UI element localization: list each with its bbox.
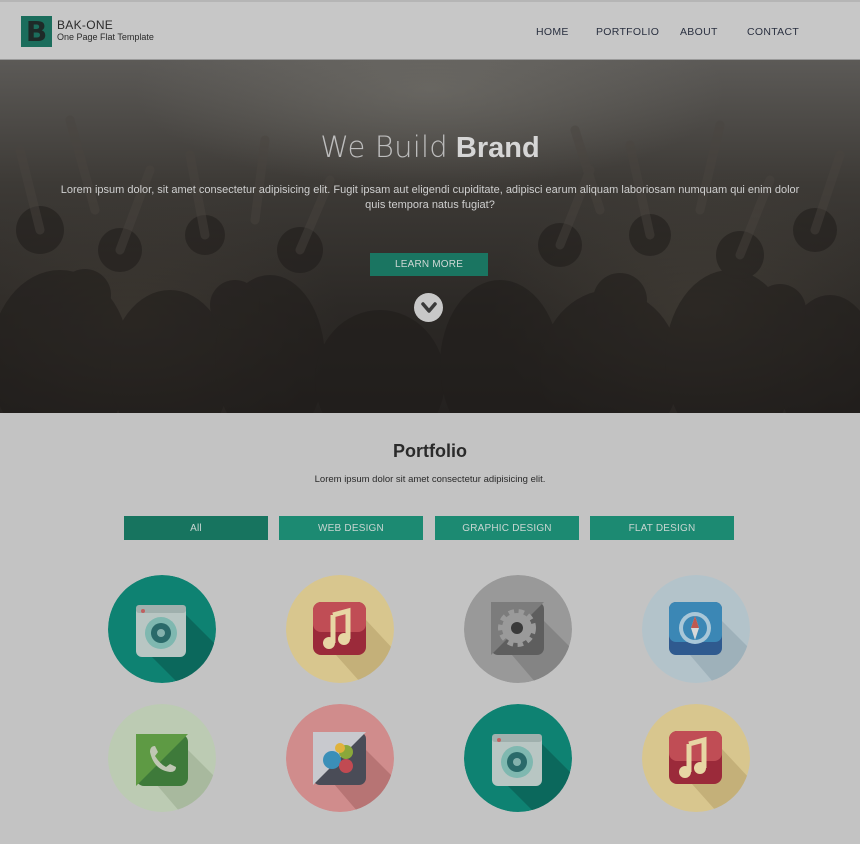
filter-flat-design-button[interactable]: FLAT DESIGN	[590, 516, 734, 540]
portfolio-item-settings[interactable]	[464, 575, 572, 683]
camera-icon	[108, 575, 216, 683]
nav-item-about[interactable]: ABOUT	[680, 26, 718, 38]
portfolio-item-music-2[interactable]	[642, 704, 750, 812]
learn-more-button[interactable]: LEARN MORE	[370, 253, 488, 276]
portfolio-item-camera-2[interactable]	[464, 704, 572, 812]
hero-title-light: We Build	[320, 130, 448, 164]
music-icon	[642, 704, 750, 812]
nav-item-contact[interactable]: CONTACT	[747, 26, 799, 38]
hero-section: We Build Brand Lorem ipsum dolor, sit am…	[0, 60, 860, 413]
nav-item-home[interactable]: HOME	[536, 26, 569, 38]
brand-tagline: One Page Flat Template	[57, 32, 154, 42]
scroll-down-button[interactable]	[414, 293, 443, 322]
filter-all-button[interactable]: All	[124, 516, 268, 540]
compass-icon	[642, 575, 750, 683]
portfolio-item-camera[interactable]	[108, 575, 216, 683]
portfolio-title: Portfolio	[393, 441, 467, 461]
hero-title-bold: Brand	[455, 132, 540, 164]
music-icon	[286, 575, 394, 683]
portfolio-item-compass[interactable]	[642, 575, 750, 683]
nav-item-portfolio[interactable]: PORTFOLIO	[596, 26, 659, 38]
phone-icon	[108, 704, 216, 812]
chevron-down-icon	[420, 301, 437, 313]
logo-icon[interactable]: B	[21, 16, 52, 47]
hero-description: Lorem ipsum dolor, sit amet consectetur …	[60, 184, 800, 211]
site-header: B BAK-ONE One Page Flat Template HOME PO…	[0, 0, 860, 60]
crowd-background-image	[0, 115, 860, 413]
brand-name: BAK-ONE	[57, 18, 114, 32]
portfolio-subtitle: Lorem ipsum dolor sit amet consectetur a…	[314, 474, 546, 485]
chat-icon	[286, 704, 394, 812]
settings-icon	[464, 575, 572, 683]
filter-graphic-design-button[interactable]: GRAPHIC DESIGN	[435, 516, 579, 540]
portfolio-item-music[interactable]	[286, 575, 394, 683]
portfolio-item-chat[interactable]	[286, 704, 394, 812]
hero-title: We Build Brand	[0, 130, 860, 165]
logo-letter: B	[25, 15, 48, 48]
portfolio-item-phone[interactable]	[108, 704, 216, 812]
camera-icon	[464, 704, 572, 812]
filter-web-design-button[interactable]: WEB DESIGN	[279, 516, 423, 540]
